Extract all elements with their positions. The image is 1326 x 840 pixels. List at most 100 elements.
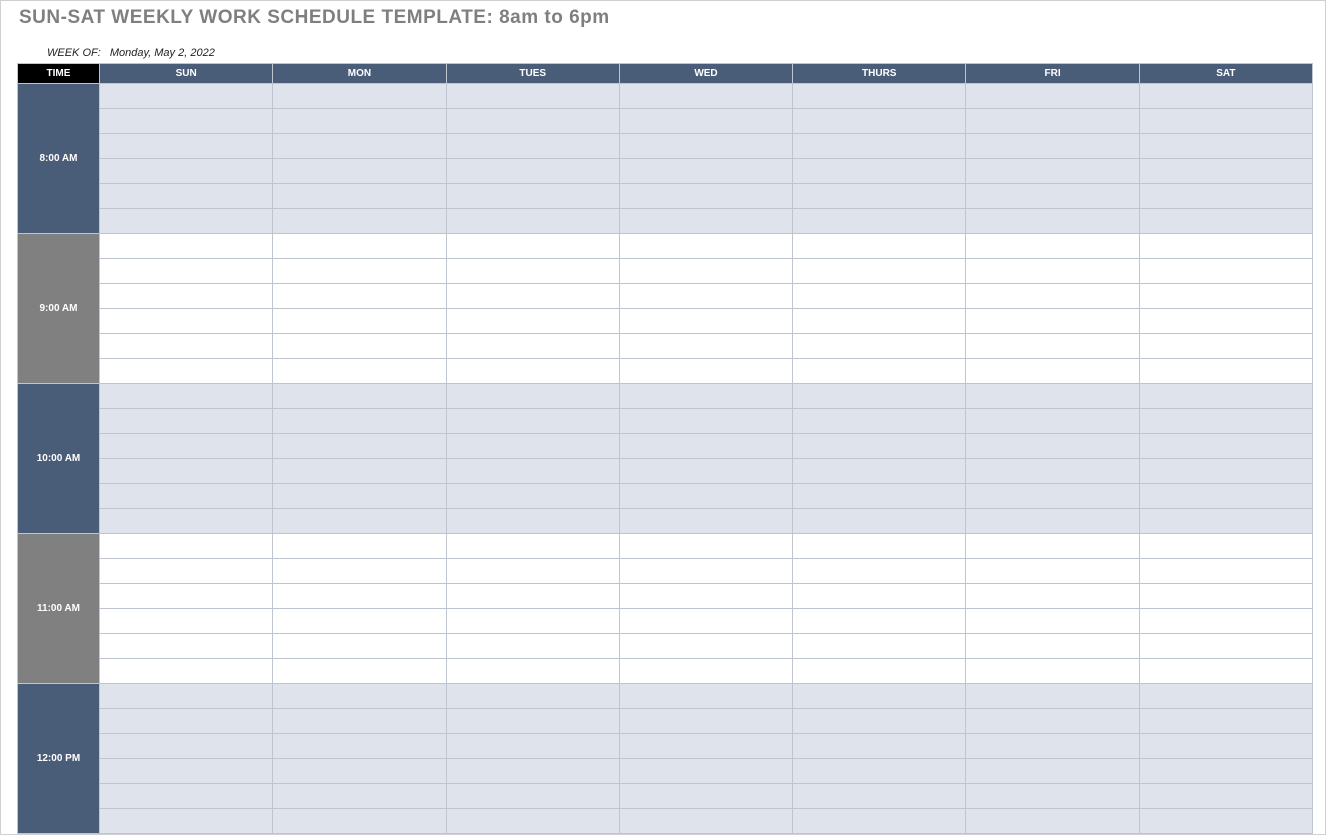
schedule-cell[interactable] <box>273 134 446 159</box>
schedule-cell[interactable] <box>100 584 273 609</box>
schedule-cell[interactable] <box>1139 809 1312 834</box>
schedule-cell[interactable] <box>1139 234 1312 259</box>
schedule-cell[interactable] <box>793 584 966 609</box>
schedule-cell[interactable] <box>966 134 1139 159</box>
schedule-cell[interactable] <box>793 484 966 509</box>
schedule-cell[interactable] <box>1139 634 1312 659</box>
schedule-cell[interactable] <box>100 534 273 559</box>
schedule-cell[interactable] <box>619 334 792 359</box>
schedule-cell[interactable] <box>793 434 966 459</box>
schedule-cell[interactable] <box>446 684 619 709</box>
schedule-cell[interactable] <box>619 584 792 609</box>
schedule-cell[interactable] <box>1139 759 1312 784</box>
schedule-cell[interactable] <box>1139 284 1312 309</box>
schedule-cell[interactable] <box>619 484 792 509</box>
schedule-cell[interactable] <box>273 609 446 634</box>
schedule-cell[interactable] <box>966 284 1139 309</box>
schedule-cell[interactable] <box>1139 409 1312 434</box>
schedule-cell[interactable] <box>619 84 792 109</box>
schedule-cell[interactable] <box>100 659 273 684</box>
schedule-cell[interactable] <box>793 809 966 834</box>
schedule-cell[interactable] <box>966 509 1139 534</box>
schedule-cell[interactable] <box>966 809 1139 834</box>
schedule-cell[interactable] <box>966 384 1139 409</box>
schedule-cell[interactable] <box>273 434 446 459</box>
schedule-cell[interactable] <box>619 459 792 484</box>
schedule-cell[interactable] <box>793 259 966 284</box>
schedule-cell[interactable] <box>1139 484 1312 509</box>
schedule-cell[interactable] <box>273 259 446 284</box>
schedule-cell[interactable] <box>793 234 966 259</box>
schedule-cell[interactable] <box>446 409 619 434</box>
schedule-cell[interactable] <box>100 109 273 134</box>
schedule-cell[interactable] <box>273 734 446 759</box>
schedule-cell[interactable] <box>446 384 619 409</box>
schedule-cell[interactable] <box>619 109 792 134</box>
schedule-cell[interactable] <box>619 284 792 309</box>
schedule-cell[interactable] <box>273 809 446 834</box>
schedule-cell[interactable] <box>619 309 792 334</box>
schedule-cell[interactable] <box>793 159 966 184</box>
schedule-cell[interactable] <box>100 609 273 634</box>
schedule-cell[interactable] <box>273 559 446 584</box>
schedule-cell[interactable] <box>100 784 273 809</box>
schedule-cell[interactable] <box>619 734 792 759</box>
schedule-cell[interactable] <box>446 259 619 284</box>
schedule-cell[interactable] <box>100 809 273 834</box>
schedule-cell[interactable] <box>793 734 966 759</box>
schedule-cell[interactable] <box>273 359 446 384</box>
schedule-cell[interactable] <box>1139 559 1312 584</box>
schedule-cell[interactable] <box>966 309 1139 334</box>
schedule-cell[interactable] <box>100 284 273 309</box>
schedule-cell[interactable] <box>446 809 619 834</box>
schedule-cell[interactable] <box>100 334 273 359</box>
schedule-cell[interactable] <box>1139 509 1312 534</box>
schedule-cell[interactable] <box>446 434 619 459</box>
schedule-cell[interactable] <box>446 184 619 209</box>
schedule-cell[interactable] <box>793 384 966 409</box>
schedule-cell[interactable] <box>273 109 446 134</box>
schedule-cell[interactable] <box>1139 734 1312 759</box>
schedule-cell[interactable] <box>100 734 273 759</box>
schedule-cell[interactable] <box>966 559 1139 584</box>
schedule-cell[interactable] <box>273 159 446 184</box>
schedule-cell[interactable] <box>273 184 446 209</box>
schedule-cell[interactable] <box>100 159 273 184</box>
schedule-cell[interactable] <box>446 784 619 809</box>
schedule-cell[interactable] <box>619 184 792 209</box>
schedule-cell[interactable] <box>793 659 966 684</box>
schedule-cell[interactable] <box>793 409 966 434</box>
schedule-cell[interactable] <box>793 109 966 134</box>
schedule-cell[interactable] <box>100 459 273 484</box>
schedule-cell[interactable] <box>273 209 446 234</box>
schedule-cell[interactable] <box>273 584 446 609</box>
schedule-cell[interactable] <box>966 259 1139 284</box>
schedule-cell[interactable] <box>100 209 273 234</box>
schedule-cell[interactable] <box>100 409 273 434</box>
schedule-cell[interactable] <box>966 434 1139 459</box>
schedule-cell[interactable] <box>273 84 446 109</box>
schedule-cell[interactable] <box>273 509 446 534</box>
schedule-cell[interactable] <box>966 334 1139 359</box>
schedule-cell[interactable] <box>966 634 1139 659</box>
schedule-cell[interactable] <box>793 784 966 809</box>
schedule-cell[interactable] <box>1139 184 1312 209</box>
schedule-cell[interactable] <box>446 309 619 334</box>
schedule-cell[interactable] <box>1139 84 1312 109</box>
schedule-cell[interactable] <box>273 234 446 259</box>
schedule-cell[interactable] <box>446 234 619 259</box>
schedule-cell[interactable] <box>446 584 619 609</box>
schedule-cell[interactable] <box>446 659 619 684</box>
schedule-cell[interactable] <box>100 234 273 259</box>
schedule-cell[interactable] <box>100 384 273 409</box>
schedule-cell[interactable] <box>619 659 792 684</box>
schedule-cell[interactable] <box>619 259 792 284</box>
schedule-cell[interactable] <box>100 759 273 784</box>
schedule-cell[interactable] <box>100 684 273 709</box>
schedule-cell[interactable] <box>446 484 619 509</box>
schedule-cell[interactable] <box>619 684 792 709</box>
schedule-cell[interactable] <box>100 359 273 384</box>
schedule-cell[interactable] <box>619 509 792 534</box>
schedule-cell[interactable] <box>100 484 273 509</box>
schedule-cell[interactable] <box>1139 534 1312 559</box>
